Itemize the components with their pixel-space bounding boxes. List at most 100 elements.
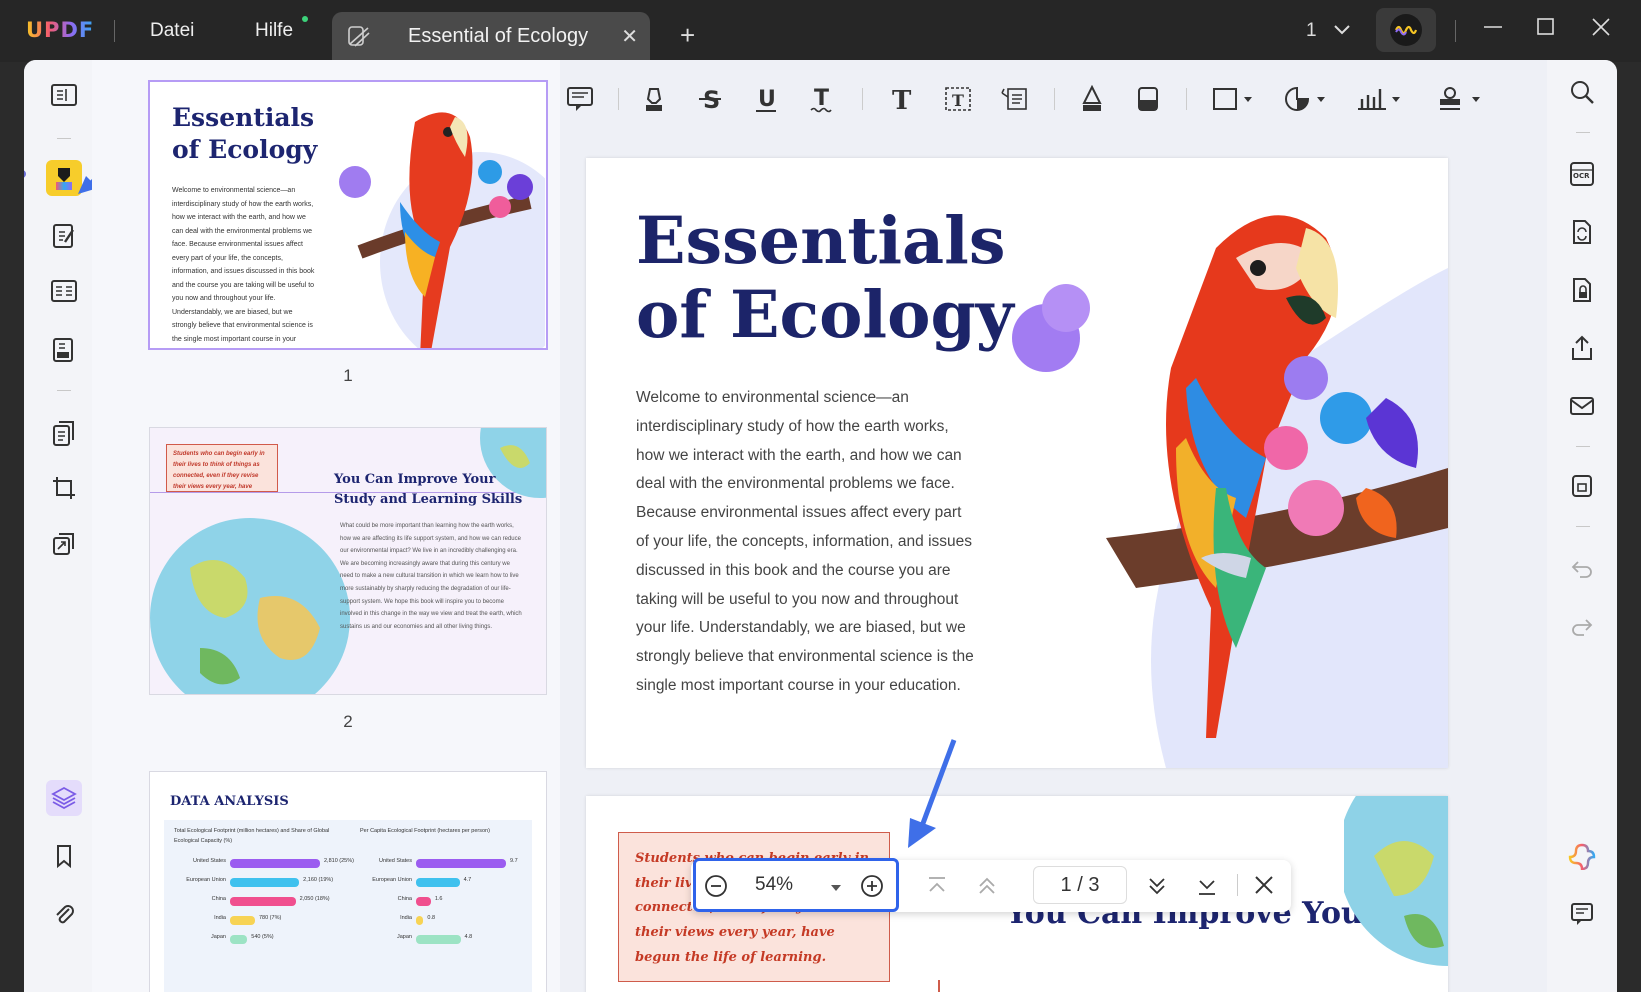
chart-category-label: India bbox=[214, 915, 226, 921]
chart-bar bbox=[416, 859, 506, 868]
zoom-dropdown-button[interactable] bbox=[829, 880, 843, 898]
menu-file[interactable]: Datei bbox=[150, 20, 194, 42]
underline-tool[interactable]: U bbox=[746, 80, 786, 118]
thumb-2-heading: You Can Improve Your Study and Learning … bbox=[334, 472, 523, 507]
book-icon bbox=[51, 84, 77, 106]
sticky-note-tool[interactable] bbox=[560, 80, 600, 118]
chart-bar-row: European Union 2,160 (19%) bbox=[164, 875, 354, 889]
reader-mode-button[interactable] bbox=[46, 77, 82, 113]
search-button[interactable] bbox=[1566, 76, 1598, 108]
chart-bar bbox=[416, 878, 460, 887]
strikethrough-tool[interactable]: S bbox=[690, 80, 730, 118]
chart-bar-row: United States 9.7 bbox=[350, 856, 540, 870]
tab-title: Essential of Ecology bbox=[408, 25, 589, 47]
search-icon bbox=[1571, 81, 1594, 104]
page-selector[interactable]: 1 bbox=[1306, 20, 1352, 42]
pencil-tool[interactable] bbox=[1072, 80, 1112, 118]
save-button[interactable] bbox=[1566, 470, 1598, 502]
bookmark-button[interactable] bbox=[46, 838, 82, 874]
text-callout-tool[interactable] bbox=[994, 80, 1034, 118]
avatar[interactable] bbox=[1376, 8, 1436, 52]
chart-bar bbox=[230, 859, 320, 868]
close-window-icon[interactable] bbox=[1590, 16, 1612, 44]
chart-value-label: 2,160 (19%) bbox=[303, 877, 334, 883]
organize-pages-button[interactable] bbox=[46, 415, 82, 451]
annotation-toolbar: S U T T T bbox=[560, 60, 1547, 138]
measure-tool[interactable] bbox=[1354, 80, 1404, 118]
menu-help[interactable]: Hilfe bbox=[255, 20, 293, 42]
new-tab-button[interactable]: + bbox=[680, 20, 695, 51]
fill-sign-button[interactable] bbox=[46, 332, 82, 368]
thumb-2-number: 2 bbox=[343, 712, 353, 731]
chart-category-label: China bbox=[211, 896, 226, 902]
undo-button[interactable] bbox=[1566, 552, 1598, 584]
form-mode-button[interactable] bbox=[46, 273, 82, 309]
updf-ai-icon bbox=[1568, 843, 1596, 870]
avatar-image bbox=[1390, 14, 1422, 46]
protect-button[interactable] bbox=[1566, 274, 1598, 306]
email-button[interactable] bbox=[1566, 390, 1598, 422]
sticker-tool[interactable] bbox=[1280, 80, 1330, 118]
chart-bar-row: United States 2,810 (25%) bbox=[164, 856, 354, 870]
zoom-out-button[interactable] bbox=[703, 873, 729, 904]
edit-mode-button[interactable] bbox=[46, 218, 82, 254]
page-thumbnail-1[interactable]: Essentials of Ecology Welcome to environm… bbox=[150, 82, 546, 348]
attachment-button[interactable] bbox=[46, 896, 82, 932]
chart-bar bbox=[416, 916, 424, 925]
zoom-value[interactable]: 54% bbox=[755, 874, 793, 896]
redo-button[interactable] bbox=[1566, 610, 1598, 642]
convert-pdf-button[interactable] bbox=[1566, 216, 1598, 248]
double-chevron-up-icon bbox=[979, 877, 995, 894]
chart-value-label: 540 (5%) bbox=[251, 934, 274, 940]
zoom-in-icon bbox=[861, 875, 883, 897]
document-page-1: Essentials of Ecology Welcome to environm… bbox=[586, 158, 1448, 768]
updf-logo[interactable]: UPDF bbox=[26, 18, 94, 42]
first-page-button[interactable] bbox=[925, 874, 949, 903]
title-separator bbox=[114, 20, 115, 42]
chart-bar-row: China 1.6 bbox=[350, 894, 540, 908]
page-thumbnail-2[interactable]: Students who can begin early in their li… bbox=[150, 428, 546, 694]
close-zoom-bar-button[interactable] bbox=[1253, 874, 1275, 901]
text-box-tool[interactable]: T bbox=[938, 80, 978, 118]
ai-assistant-button[interactable] bbox=[1566, 840, 1598, 872]
eraser-tool[interactable] bbox=[1128, 80, 1168, 118]
thumb-2-callout: Students who can begin early in their li… bbox=[166, 444, 278, 492]
sticker-icon bbox=[1285, 86, 1325, 111]
chart-category-label: United States bbox=[192, 858, 226, 864]
layers-button[interactable] bbox=[46, 780, 82, 816]
chart-value-label: 4.7 bbox=[463, 877, 472, 883]
minimize-icon[interactable] bbox=[1482, 16, 1504, 44]
text-tool[interactable]: T bbox=[882, 80, 922, 118]
chart-category-label: India bbox=[400, 915, 412, 921]
page-indicator[interactable]: 1 / 3 bbox=[1033, 866, 1127, 904]
text-callout-icon bbox=[1001, 88, 1027, 110]
highlight-tool[interactable] bbox=[634, 80, 674, 118]
stamp-tool[interactable] bbox=[1434, 80, 1484, 118]
lock-document-icon bbox=[1573, 278, 1591, 302]
previous-page-button[interactable] bbox=[975, 874, 999, 903]
strikethrough-icon: S bbox=[699, 86, 721, 113]
title-separator bbox=[1455, 20, 1456, 42]
comments-panel-button[interactable] bbox=[1566, 898, 1598, 930]
rail-divider bbox=[1576, 132, 1590, 133]
chart-category-label: United States bbox=[378, 858, 412, 864]
convert-button[interactable] bbox=[46, 526, 82, 562]
thumb-2-globe-illustration bbox=[150, 518, 350, 694]
next-page-button[interactable] bbox=[1145, 874, 1169, 903]
maximize-icon[interactable] bbox=[1535, 16, 1557, 44]
ocr-button[interactable]: OCR bbox=[1566, 158, 1598, 190]
share-button[interactable] bbox=[1566, 332, 1598, 364]
paperclip-icon bbox=[56, 905, 74, 924]
tab-close-icon[interactable]: ✕ bbox=[621, 24, 638, 49]
crop-button[interactable] bbox=[46, 470, 82, 506]
page-1-body: Welcome to environmental science—an inte… bbox=[636, 389, 974, 694]
pencil-icon bbox=[1082, 85, 1102, 111]
last-page-button[interactable] bbox=[1195, 874, 1219, 903]
page-thumbnail-3[interactable]: DATA ANALYSIS Total Ecological Footprint… bbox=[150, 772, 546, 992]
chart-value-label: 780 (7%) bbox=[258, 915, 282, 921]
zoom-in-button[interactable] bbox=[859, 873, 885, 904]
mail-icon bbox=[1570, 397, 1594, 415]
document-tab[interactable]: Essential of Ecology ✕ bbox=[332, 12, 650, 62]
squiggly-tool[interactable]: T bbox=[802, 80, 842, 118]
shape-tool[interactable] bbox=[1208, 80, 1258, 118]
